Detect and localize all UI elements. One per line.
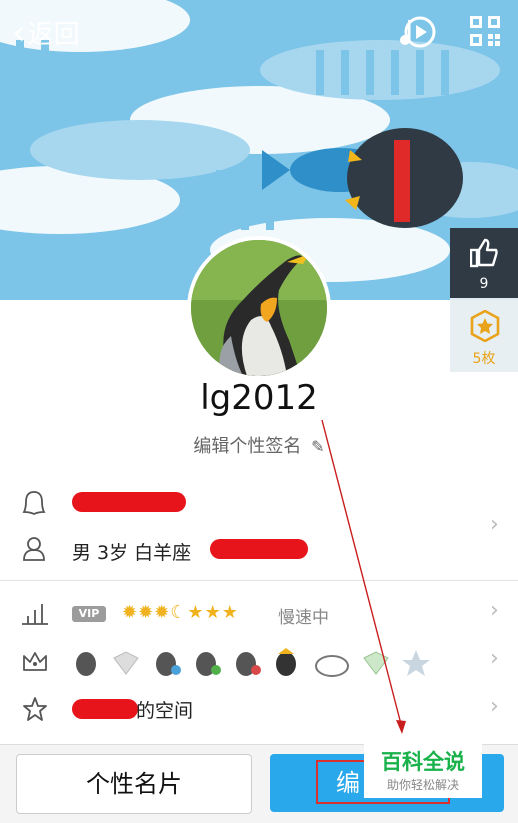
star-icon: ★ bbox=[221, 602, 239, 623]
redacted-name bbox=[72, 699, 138, 719]
edit-signature-link[interactable]: 编辑个性签名 ✎ bbox=[0, 432, 518, 458]
basic-info-row[interactable]: 男 3岁 白羊座 › bbox=[0, 478, 518, 578]
username: lg2012 bbox=[200, 378, 318, 418]
profile-card-button[interactable]: 个性名片 bbox=[16, 754, 252, 814]
chevron-right-icon: › bbox=[490, 512, 499, 537]
divider bbox=[0, 580, 518, 581]
redacted-qq-number bbox=[72, 492, 186, 512]
space-row[interactable]: 的空间 › bbox=[0, 690, 518, 730]
speed-status: 慢速中 bbox=[278, 608, 329, 628]
space-label-suffix: 的空间 bbox=[136, 700, 194, 722]
medal-button[interactable]: 5枚 bbox=[450, 300, 518, 372]
signature-label: 编辑个性签名 bbox=[193, 436, 302, 457]
redacted-location bbox=[210, 539, 308, 559]
like-count: 9 bbox=[479, 276, 489, 292]
level-row[interactable]: VIP ✹✹✹☾★★★ 慢速中 › bbox=[0, 596, 518, 634]
pencil-icon: ✎ bbox=[311, 437, 325, 456]
like-button[interactable]: 9 bbox=[450, 228, 518, 298]
back-button[interactable]: ‹ 返回 bbox=[12, 14, 80, 51]
star-icon: ★ bbox=[187, 602, 205, 623]
medal-count: 5枚 bbox=[472, 351, 496, 367]
qq-penguin-icon bbox=[22, 491, 46, 516]
chevron-right-icon: › bbox=[490, 694, 499, 719]
avatar[interactable] bbox=[187, 236, 331, 380]
person-icon bbox=[23, 537, 45, 561]
vip-badge: VIP bbox=[72, 606, 106, 622]
sun-icon: ✹ bbox=[138, 602, 155, 623]
watermark-logo: 百科全说 助你轻松解决 bbox=[364, 744, 482, 798]
watermark-title: 百科全说 bbox=[381, 750, 465, 774]
privilege-icons bbox=[74, 646, 444, 682]
level-chart-icon bbox=[22, 604, 48, 625]
qr-code-icon[interactable] bbox=[470, 16, 500, 50]
thumbs-up-icon bbox=[470, 238, 498, 268]
moon-icon: ☾ bbox=[170, 602, 188, 623]
watermark-subtitle: 助你轻松解决 bbox=[386, 778, 459, 792]
sun-icon: ✹ bbox=[154, 602, 171, 623]
medal-star-icon bbox=[470, 310, 500, 342]
sun-icon: ✹ bbox=[122, 602, 139, 623]
top-bar: ‹ 返回 bbox=[0, 0, 518, 62]
music-disc-icon[interactable] bbox=[398, 14, 436, 54]
avatar-penguin-photo bbox=[191, 240, 327, 376]
chevron-left-icon: ‹ bbox=[12, 12, 26, 53]
chevron-right-icon: › bbox=[490, 598, 499, 623]
star-icon: ★ bbox=[204, 602, 222, 623]
chevron-right-icon: › bbox=[490, 646, 499, 671]
level-icons: ✹✹✹☾★★★ bbox=[122, 602, 239, 623]
privilege-row[interactable]: › bbox=[0, 642, 518, 682]
star-outline-icon bbox=[23, 697, 47, 721]
gender-age-zodiac: 男 3岁 白羊座 bbox=[72, 542, 192, 564]
crown-icon bbox=[23, 652, 47, 671]
back-label: 返回 bbox=[27, 20, 80, 50]
